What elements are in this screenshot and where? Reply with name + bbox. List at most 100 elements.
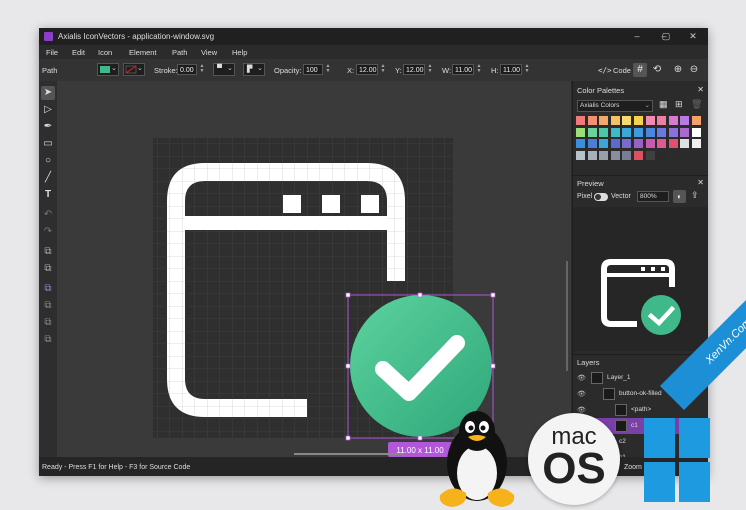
stroke-width-input[interactable]: 0.00	[177, 64, 197, 75]
menu-file[interactable]: File	[46, 48, 58, 57]
dot-shape[interactable]	[322, 195, 340, 213]
title-bar-shape[interactable]	[185, 216, 387, 230]
palette-color-swatch[interactable]	[599, 116, 609, 125]
palette-color-swatch[interactable]	[576, 127, 585, 137]
stroke-cap-button[interactable]: ▀ ⌄	[213, 63, 235, 76]
palette-color-swatch[interactable]	[645, 139, 655, 148]
palette-color-swatch[interactable]	[657, 139, 667, 148]
y-stepper[interactable]: ▲ ▼	[426, 64, 434, 75]
palette-color-swatch[interactable]	[634, 116, 643, 125]
palette-color-swatch[interactable]	[634, 139, 643, 148]
bring-front-icon[interactable]: ⧉	[41, 316, 55, 330]
palette-color-swatch[interactable]	[645, 127, 655, 137]
menu-edit[interactable]: Edit	[72, 48, 85, 57]
palette-color-swatch[interactable]	[668, 127, 678, 137]
palette-color-swatch[interactable]	[610, 150, 620, 160]
export-icon[interactable]: ⇪	[691, 190, 699, 201]
resize-handle[interactable]	[345, 292, 351, 298]
canvas-area[interactable]: 11.00 x 11.00	[57, 81, 571, 457]
icon-canvas[interactable]: 11.00 x 11.00	[57, 81, 571, 457]
preview-background-icon[interactable]: ◐	[673, 190, 686, 203]
rectangle-tool-icon[interactable]: ▭	[41, 137, 55, 151]
direct-select-tool-icon[interactable]: ▷	[41, 103, 55, 117]
width-stepper[interactable]: ▲ ▼	[475, 64, 483, 75]
resize-handle[interactable]	[417, 292, 423, 298]
code-button[interactable]: Code	[613, 66, 631, 75]
menu-path[interactable]: Path	[172, 48, 187, 57]
palette-color-swatch[interactable]	[587, 150, 597, 160]
palette-color-swatch[interactable]	[657, 150, 667, 160]
palette-color-swatch[interactable]	[587, 116, 597, 125]
menu-view[interactable]: View	[201, 48, 217, 57]
resize-handle[interactable]	[490, 363, 496, 369]
horizontal-scrollbar[interactable]	[294, 453, 404, 455]
palette-color-swatch[interactable]	[610, 139, 620, 148]
close-icon[interactable]: ✕	[697, 85, 704, 94]
select-tool-icon[interactable]: ➤	[41, 86, 55, 100]
subtract-icon[interactable]: ⧉	[41, 262, 55, 276]
palette-color-swatch[interactable]	[610, 127, 620, 137]
dot-shape[interactable]	[361, 195, 379, 213]
send-back-icon[interactable]: ⧉	[41, 333, 55, 347]
palette-color-swatch[interactable]	[692, 139, 701, 148]
redo-icon[interactable]: ↷	[41, 225, 55, 239]
ungroup-icon[interactable]: ⧉	[41, 299, 55, 313]
visibility-eye-icon[interactable]: 👁	[577, 374, 586, 382]
resize-handle[interactable]	[490, 292, 496, 298]
palette-color-swatch[interactable]	[657, 116, 667, 125]
palette-color-swatch[interactable]	[576, 150, 585, 160]
close-icon[interactable]: ✕	[697, 178, 704, 187]
stroke-stepper[interactable]: ▲ ▼	[198, 64, 206, 75]
pixel-vector-toggle[interactable]	[594, 193, 608, 201]
palette-view-icon[interactable]: ▦	[659, 99, 668, 110]
palette-color-swatch[interactable]	[634, 150, 643, 160]
ellipse-tool-icon[interactable]: ○	[41, 154, 55, 168]
color-palette-grid[interactable]	[576, 116, 706, 166]
dot-shape[interactable]	[283, 195, 301, 213]
x-stepper[interactable]: ▲ ▼	[379, 64, 387, 75]
palette-color-swatch[interactable]	[692, 127, 701, 137]
visibility-eye-icon[interactable]: 👁	[577, 390, 586, 398]
fill-color-button[interactable]: ⌄	[97, 63, 119, 76]
height-stepper[interactable]: ▲ ▼	[523, 64, 531, 75]
palette-color-swatch[interactable]	[599, 139, 609, 148]
delete-icon[interactable]: 🗑	[691, 99, 702, 110]
menu-icon[interactable]: Icon	[98, 48, 112, 57]
group-icon[interactable]: ⧉	[41, 282, 55, 296]
minimize-btn[interactable]: –	[622, 28, 652, 45]
stroke-join-button[interactable]: ▛ ⌄	[243, 63, 265, 76]
text-tool-icon[interactable]: T	[41, 188, 55, 202]
resize-handle[interactable]	[345, 435, 351, 441]
palette-color-swatch[interactable]	[645, 150, 655, 160]
palette-color-swatch[interactable]	[622, 150, 632, 160]
grid-toggle-icon[interactable]: #	[633, 63, 647, 77]
height-input[interactable]: 11.00	[500, 64, 522, 75]
zoom-in-icon[interactable]: ⊕	[671, 63, 685, 77]
resize-handle[interactable]	[345, 363, 351, 369]
width-input[interactable]: 11.00	[452, 64, 474, 75]
undo-icon[interactable]: ↶	[41, 208, 55, 222]
palette-color-swatch[interactable]	[576, 139, 585, 148]
resize-handle[interactable]	[417, 435, 423, 441]
menu-element[interactable]: Element	[129, 48, 157, 57]
palette-color-swatch[interactable]	[599, 127, 609, 137]
pen-tool-icon[interactable]: ✒	[41, 120, 55, 134]
palette-color-swatch[interactable]	[587, 127, 597, 137]
menu-help[interactable]: Help	[232, 48, 247, 57]
palette-color-swatch[interactable]	[622, 116, 632, 125]
x-input[interactable]: 12.00	[356, 64, 378, 75]
palette-color-swatch[interactable]	[657, 127, 667, 137]
palette-color-swatch[interactable]	[622, 127, 632, 137]
palette-color-swatch[interactable]	[680, 139, 690, 148]
palette-color-swatch[interactable]	[668, 116, 678, 125]
stroke-color-button[interactable]: ⌄	[123, 63, 145, 76]
palette-color-swatch[interactable]	[680, 116, 690, 125]
palette-color-swatch[interactable]	[599, 150, 609, 160]
preview-zoom-select[interactable]: 800%	[637, 191, 669, 202]
close-button[interactable]: ✕	[678, 28, 708, 45]
palette-color-swatch[interactable]	[692, 116, 701, 125]
opacity-input[interactable]: 100	[303, 64, 323, 75]
palette-select[interactable]: Axialis Colors ⌄	[577, 100, 653, 112]
palette-color-swatch[interactable]	[587, 139, 597, 148]
zoom-out-icon[interactable]: ⊖	[687, 63, 701, 77]
